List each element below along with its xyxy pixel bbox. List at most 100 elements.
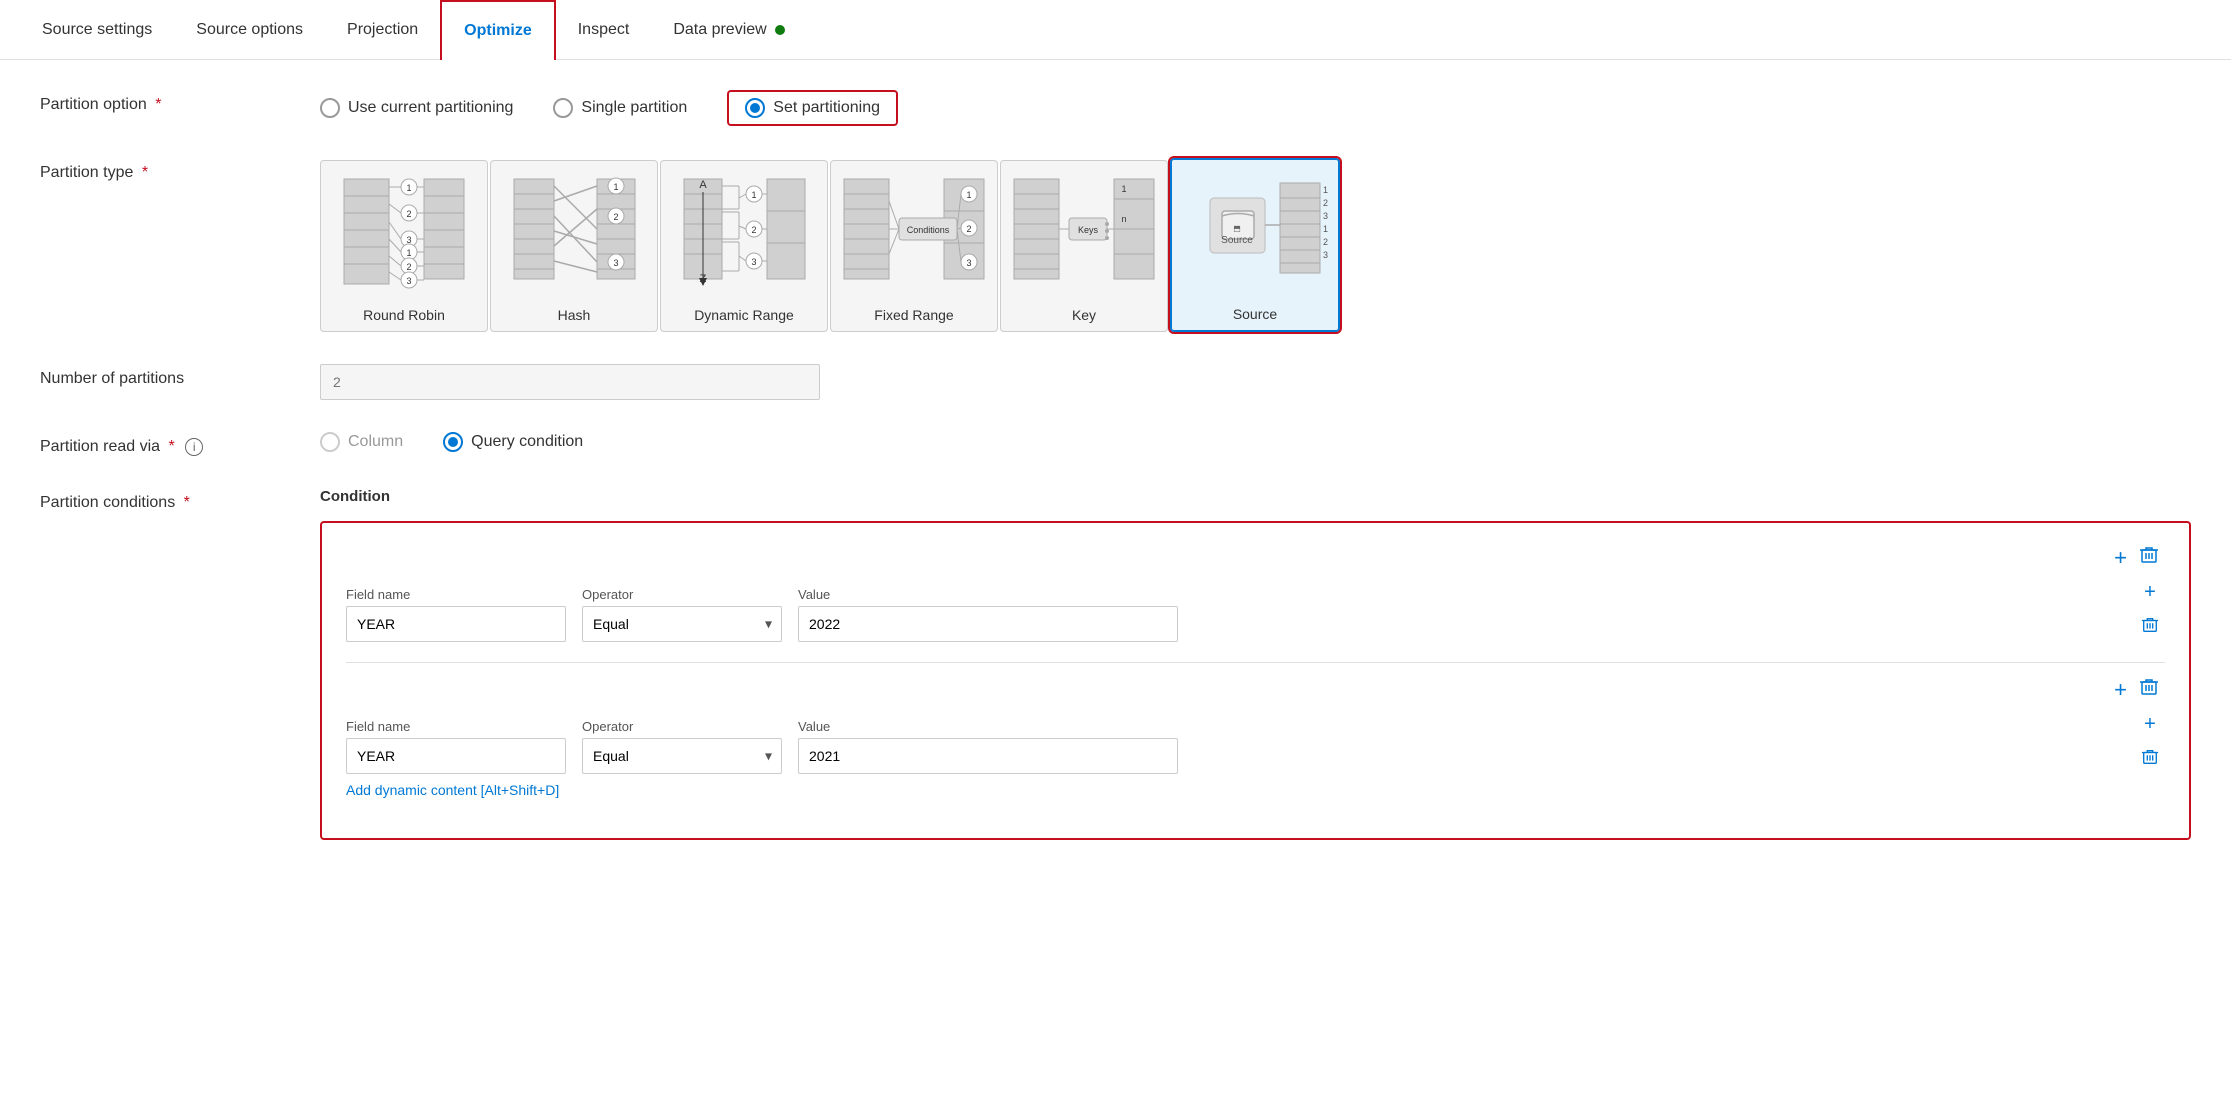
hash-diagram: 1 2 3 — [499, 169, 649, 299]
tab-projection[interactable]: Projection — [325, 0, 440, 60]
value-input-2[interactable] — [798, 738, 1178, 774]
partition-option-label: Partition option * — [40, 90, 320, 114]
radio-column[interactable]: Column — [320, 432, 403, 452]
trash-icon-1 — [2141, 616, 2159, 634]
field-name-input-1[interactable] — [346, 606, 566, 642]
partition-type-row: Partition type * — [40, 158, 2191, 332]
field-name-group-1: Field name — [346, 587, 566, 642]
operator-group-2: Operator Equal Not Equal Greater Than Le… — [582, 719, 782, 774]
partition-type-required: * — [142, 164, 148, 181]
partition-card-dynamic-range[interactable]: A Z 1 2 — [660, 160, 828, 332]
radio-single-partition[interactable]: Single partition — [553, 98, 687, 118]
tab-source-settings[interactable]: Source settings — [20, 0, 174, 60]
field-name-label-2: Field name — [346, 719, 566, 734]
radio-circle-single — [553, 98, 573, 118]
partition-read-via-row: Partition read via * i Column Query cond… — [40, 432, 2191, 456]
svg-text:Source: Source — [1221, 235, 1253, 246]
add-condition-1-button[interactable]: + — [2138, 579, 2162, 606]
radio-circle-use-current — [320, 98, 340, 118]
svg-text:1: 1 — [1121, 184, 1126, 194]
trash-icon-outer1 — [2139, 545, 2159, 565]
operator-select-2[interactable]: Equal Not Equal Greater Than Less Than — [582, 738, 782, 774]
delete-condition-1-button[interactable] — [2135, 614, 2165, 642]
svg-text:Conditions: Conditions — [907, 225, 950, 235]
operator-label-1: Operator — [582, 587, 782, 602]
delete-outer-row1-button[interactable] — [2133, 543, 2165, 573]
partition-type-label: Partition type * — [40, 158, 320, 182]
add-outer-row1-button[interactable]: + — [2108, 543, 2133, 573]
svg-text:2: 2 — [1323, 237, 1328, 247]
main-container: Source settings Source options Projectio… — [0, 0, 2231, 1106]
svg-text:1: 1 — [613, 182, 618, 192]
tab-inspect[interactable]: Inspect — [556, 0, 652, 60]
svg-text:3: 3 — [966, 258, 971, 268]
svg-text:3: 3 — [1323, 250, 1328, 260]
partition-type-grid: 1 2 3 1 2 3 — [320, 158, 2191, 332]
delete-outer-row2-button[interactable] — [2133, 675, 2165, 705]
value-group-1: Value — [798, 587, 1178, 642]
condition-fields-2: Field name Operator Equal Not Equal Grea… — [346, 711, 2165, 774]
partition-conditions-row: Partition conditions * Condition + — [40, 488, 2191, 840]
radio-query-condition[interactable]: Query condition — [443, 432, 583, 452]
content-area: Partition option * Use current partition… — [0, 60, 2231, 902]
partition-card-hash[interactable]: 1 2 3 Hash — [490, 160, 658, 332]
radio-circle-column — [320, 432, 340, 452]
divider-1 — [346, 662, 2165, 663]
svg-text:2: 2 — [1323, 198, 1328, 208]
radio-circle-query — [443, 432, 463, 452]
delete-condition-2-button[interactable] — [2135, 746, 2165, 774]
svg-text:3: 3 — [406, 276, 411, 286]
trash-icon-outer2 — [2139, 677, 2159, 697]
svg-text:2: 2 — [751, 225, 756, 235]
radio-use-current[interactable]: Use current partitioning — [320, 98, 513, 118]
partition-option-row: Partition option * Use current partition… — [40, 90, 2191, 126]
condition-fields-1: Field name Operator Equal Not Equal Grea… — [346, 579, 2165, 642]
svg-text:3: 3 — [751, 257, 756, 267]
fixed-range-label: Fixed Range — [874, 307, 953, 323]
partition-option-control: Use current partitioning Single partitio… — [320, 90, 2191, 126]
field-name-input-2[interactable] — [346, 738, 566, 774]
condition-actions-2: + — [2135, 711, 2165, 774]
tab-optimize[interactable]: Optimize — [440, 0, 556, 60]
set-partitioning-box[interactable]: Set partitioning — [727, 90, 898, 126]
tab-source-options[interactable]: Source options — [174, 0, 325, 60]
round-robin-diagram: 1 2 3 1 2 3 — [329, 169, 479, 299]
partition-card-round-robin[interactable]: 1 2 3 1 2 3 — [320, 160, 488, 332]
number-of-partitions-label: Number of partitions — [40, 364, 320, 388]
round-robin-label: Round Robin — [363, 307, 445, 323]
condition-actions-1: + — [2135, 579, 2165, 642]
svg-text:1: 1 — [1323, 185, 1328, 195]
number-of-partitions-control — [320, 364, 2191, 400]
partition-card-fixed-range[interactable]: Conditions 1 2 3 — [830, 160, 998, 332]
partition-read-via-control: Column Query condition — [320, 432, 2191, 452]
svg-text:1: 1 — [966, 190, 971, 200]
radio-circle-set — [745, 98, 765, 118]
partition-read-via-label: Partition read via * i — [40, 432, 320, 456]
value-group-2: Value — [798, 719, 1178, 774]
tab-data-preview[interactable]: Data preview — [651, 0, 806, 60]
partition-read-via-info-icon[interactable]: i — [185, 438, 203, 456]
add-dynamic-link-2[interactable]: Add dynamic content [Alt+Shift+D] — [346, 782, 2165, 798]
conditions-container: + — [320, 521, 2191, 840]
condition-row-2: Field name Operator Equal Not Equal Grea… — [346, 711, 2165, 798]
add-outer-row2-button[interactable]: + — [2108, 675, 2133, 705]
data-preview-dot — [775, 25, 785, 35]
operator-label-2: Operator — [582, 719, 782, 734]
hash-label: Hash — [558, 307, 591, 323]
dynamic-range-label: Dynamic Range — [694, 307, 794, 323]
partition-card-key[interactable]: Keys 1 n — [1000, 160, 1168, 332]
operator-group-1: Operator Equal Not Equal Greater Than Le… — [582, 587, 782, 642]
svg-text:n: n — [1121, 214, 1126, 224]
condition-header: Condition — [320, 488, 2191, 505]
partition-card-source[interactable]: ⬒ Source 1 — [1170, 158, 1340, 332]
value-input-1[interactable] — [798, 606, 1178, 642]
svg-text:1: 1 — [406, 248, 411, 258]
condition-row-1: Field name Operator Equal Not Equal Grea… — [346, 579, 2165, 642]
field-name-label-1: Field name — [346, 587, 566, 602]
number-of-partitions-input[interactable] — [320, 364, 820, 400]
add-condition-2-button[interactable]: + — [2138, 711, 2162, 738]
partition-option-required: * — [155, 96, 161, 113]
svg-text:3: 3 — [1323, 211, 1328, 221]
operator-select-1[interactable]: Equal Not Equal Greater Than Less Than — [582, 606, 782, 642]
source-diagram: ⬒ Source 1 — [1180, 168, 1330, 298]
